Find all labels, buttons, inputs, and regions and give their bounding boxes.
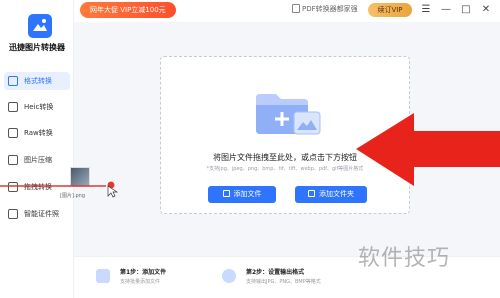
red-arrow-annotation xyxy=(356,113,500,186)
watermark: 软件技巧 xyxy=(358,246,451,271)
